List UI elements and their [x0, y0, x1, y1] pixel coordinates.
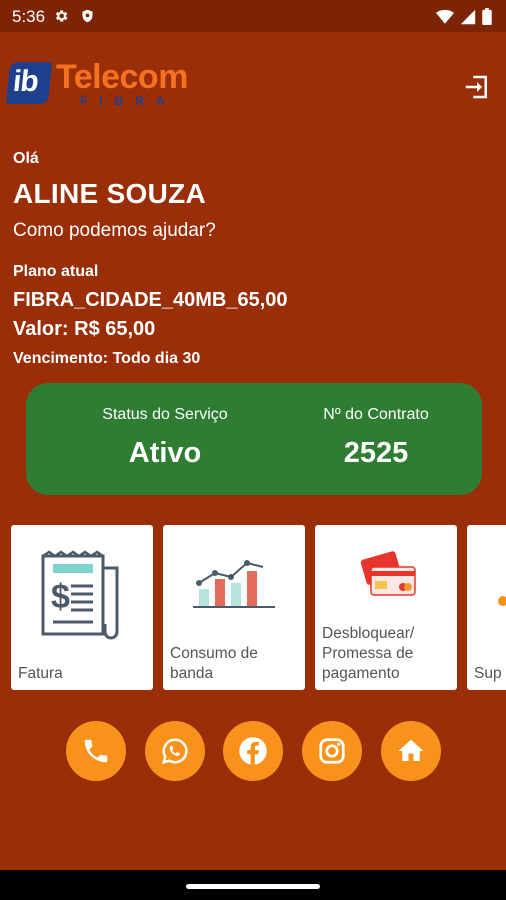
invoice-icon: $ [41, 550, 119, 640]
contract-number-label: Nº do Contrato [323, 406, 429, 423]
service-card-label: Fatura [18, 665, 63, 682]
contract-number-value: 2525 [343, 437, 409, 469]
user-name: ALINE SOUZA [13, 178, 207, 209]
logo-ib-badge: ib [5, 62, 53, 104]
facebook-icon [239, 737, 267, 765]
brand-logo: ib Telecom FIBRA [5, 58, 218, 110]
bandwidth-chart-icon [193, 560, 275, 608]
credit-card-icon [360, 551, 416, 596]
service-status-card: Status do Serviço Ativo Nº do Contrato 2… [26, 383, 482, 495]
shield-icon [82, 9, 93, 23]
service-card-label: Consumo de banda [170, 645, 258, 682]
system-navigation-bar [0, 870, 506, 900]
help-prompt: Como podemos ajudar? [13, 220, 216, 241]
logout-icon[interactable] [462, 72, 492, 102]
logo-wordmark: Telecom [56, 58, 188, 96]
whatsapp-button[interactable] [145, 721, 205, 781]
settings-gear-icon [55, 10, 68, 22]
home-button[interactable] [381, 721, 441, 781]
service-card-fatura[interactable]: $ Fatura [11, 525, 153, 690]
status-bar: 5:36 [0, 0, 506, 32]
service-status-value: Ativo [128, 437, 202, 469]
support-icon [498, 596, 506, 606]
phone-button[interactable] [66, 721, 126, 781]
service-card-label: Desbloquear/ Promessa de pagamento [322, 625, 415, 682]
instagram-button[interactable] [302, 721, 362, 781]
service-card-label: Sup [474, 665, 502, 682]
service-cards-carousel[interactable]: $ Fatura Consumo de banda Desbloquear/ P… [11, 525, 506, 690]
battery-icon [482, 8, 492, 25]
service-card-consumo-de-banda[interactable]: Consumo de banda [163, 525, 305, 690]
service-card-desbloquear[interactable]: Desbloquear/ Promessa de pagamento [315, 525, 457, 690]
status-time: 5:36 [12, 7, 46, 26]
whatsapp-icon [161, 738, 188, 765]
logo-tagline: FIBRA [80, 94, 177, 108]
service-status-label: Status do Serviço [102, 406, 228, 423]
phone-icon [84, 739, 108, 763]
plan-due-date: Vencimento: Todo dia 30 [13, 350, 201, 367]
instagram-icon [319, 738, 345, 764]
signal-icon [460, 9, 476, 24]
service-card-suporte[interactable]: Sup [467, 525, 506, 690]
plan-price: Valor: R$ 65,00 [13, 318, 156, 340]
home-icon [398, 739, 424, 761]
facebook-button[interactable] [223, 721, 283, 781]
wifi-icon [436, 9, 454, 24]
greeting-hello: Olá [13, 150, 39, 167]
app-screen: 5:36 ib Telecom FIBRA Olá ALINE SOUZA Co… [0, 0, 506, 900]
home-gesture-handle[interactable] [186, 884, 320, 889]
plan-label: Plano atual [13, 263, 99, 280]
plan-name: FIBRA_CIDADE_40MB_65,00 [13, 289, 288, 311]
svg-text:$: $ [51, 578, 70, 616]
